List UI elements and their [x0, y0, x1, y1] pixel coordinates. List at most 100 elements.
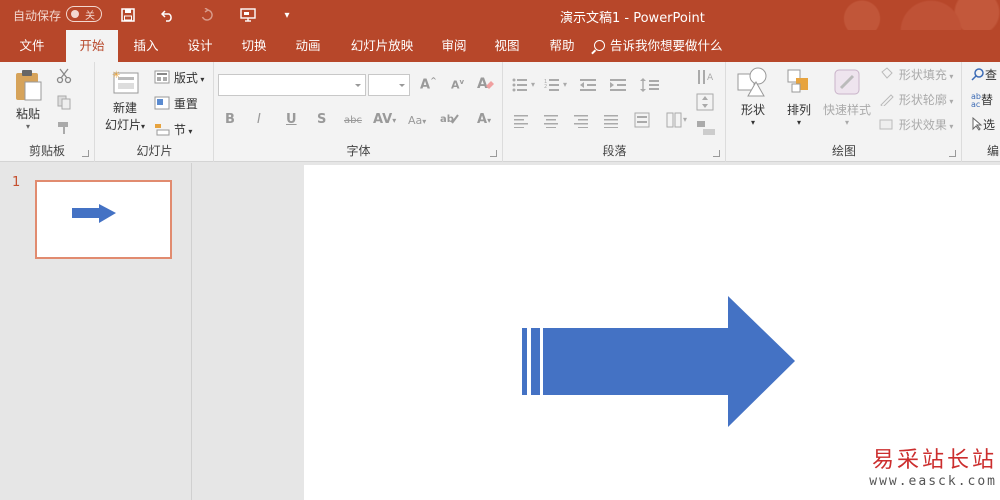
tab-view[interactable]: 视图	[489, 30, 525, 62]
effects-icon	[879, 117, 895, 134]
arrange-label: 排列	[786, 103, 811, 117]
select-label: 选	[983, 118, 996, 132]
shape-outline-label: 形状轮廓	[898, 93, 947, 107]
new-slide-label-2: 幻灯片	[104, 118, 141, 132]
reset-icon	[154, 96, 170, 113]
distributed-icon[interactable]	[634, 112, 650, 131]
quick-styles-dropdown-icon[interactable]: ▾	[821, 118, 873, 127]
line-spacing-icon[interactable]	[640, 78, 666, 95]
justify-icon[interactable]	[604, 114, 620, 131]
smartart-icon[interactable]	[696, 120, 718, 139]
shadow-button[interactable]: S	[317, 112, 326, 127]
tab-help[interactable]: 帮助	[544, 30, 580, 62]
tab-insert[interactable]: 插入	[128, 30, 164, 62]
svg-text:▾: ▾	[563, 80, 567, 89]
arrow-stripe-2	[531, 328, 540, 395]
align-left-icon[interactable]	[514, 114, 530, 131]
shapes-button[interactable]: 形状 ▾	[731, 66, 775, 127]
tab-review[interactable]: 审阅	[436, 30, 472, 62]
arrange-dropdown-icon[interactable]: ▾	[779, 118, 819, 127]
shapes-dropdown-icon[interactable]: ▾	[731, 118, 775, 127]
drawing-launcher-icon[interactable]	[949, 150, 956, 157]
customize-qat-icon[interactable]: ▾	[277, 5, 297, 25]
paste-icon	[16, 70, 42, 101]
clipboard-group: 粘贴 ▾ 剪贴板	[0, 62, 95, 162]
align-text-icon[interactable]	[696, 93, 716, 114]
arrange-button[interactable]: 排列 ▾	[779, 66, 819, 127]
columns-icon[interactable]: ▾	[666, 112, 690, 131]
shape-outline-button[interactable]: 形状轮廓 ▾	[879, 91, 953, 109]
save-icon[interactable]	[118, 5, 138, 25]
tell-me-search[interactable]: 告诉我你想要做什么	[594, 30, 723, 62]
font-group-label: 字体	[346, 144, 371, 158]
select-button[interactable]: 选	[971, 116, 995, 134]
replace-button[interactable]: ab ac替	[971, 91, 993, 109]
shrink-font-button[interactable]: Av	[451, 78, 464, 92]
text-direction-icon[interactable]: A	[696, 68, 716, 89]
paste-button[interactable]: 粘贴 ▾	[8, 68, 48, 131]
reset-button[interactable]: 重置	[154, 95, 198, 113]
paragraph-group-label: 段落	[602, 144, 627, 158]
paste-label: 粘贴	[15, 107, 40, 121]
redo-icon[interactable]	[197, 5, 217, 25]
font-launcher-icon[interactable]	[490, 150, 497, 157]
bold-button[interactable]: B	[225, 112, 235, 127]
decrease-indent-icon[interactable]	[580, 78, 598, 95]
font-size-combo[interactable]	[368, 74, 410, 96]
clear-formatting-icon[interactable]: A	[477, 74, 495, 96]
arrow-body	[543, 296, 795, 427]
quick-styles-label: 快速样式	[822, 103, 871, 117]
find-button[interactable]: 查	[971, 66, 997, 84]
change-case-button[interactable]: Aa▾	[408, 114, 426, 127]
align-right-icon[interactable]	[574, 114, 590, 131]
shape-effects-button[interactable]: 形状效果 ▾	[879, 116, 953, 134]
new-slide-dropdown-icon[interactable]: ▾	[141, 122, 145, 131]
quick-styles-button[interactable]: 快速样式 ▾	[821, 66, 873, 127]
format-painter-icon[interactable]	[56, 120, 72, 139]
tab-transitions[interactable]: 切换	[236, 30, 272, 62]
clipboard-group-label: 剪贴板	[28, 144, 65, 158]
replace-label: 替	[980, 93, 993, 107]
svg-text:2: 2	[544, 84, 547, 90]
tab-file[interactable]: 文件	[12, 30, 52, 62]
paste-dropdown-icon[interactable]: ▾	[8, 122, 48, 131]
watermark-title: 易采站长站	[871, 448, 997, 473]
paragraph-launcher-icon[interactable]	[713, 150, 720, 157]
tab-animations[interactable]: 动画	[290, 30, 326, 62]
slide-thumbnail[interactable]	[35, 180, 172, 259]
italic-button[interactable]: I	[257, 112, 261, 127]
grow-font-button[interactable]: A^	[420, 76, 437, 92]
tab-slideshow[interactable]: 幻灯片放映	[344, 30, 420, 62]
align-center-icon[interactable]	[544, 114, 560, 131]
quick-styles-icon	[834, 69, 860, 95]
shrink-font-label: A	[451, 78, 460, 92]
font-color-button[interactable]: A▾	[477, 112, 491, 127]
tab-home[interactable]: 开始	[66, 30, 118, 62]
undo-icon[interactable]	[158, 5, 178, 25]
reset-label: 重置	[173, 97, 198, 111]
autosave-toggle[interactable]: 关	[66, 6, 102, 22]
presentation-icon[interactable]	[238, 5, 258, 25]
pointer-icon	[971, 116, 983, 134]
highlight-icon[interactable]: ab	[440, 111, 460, 131]
new-slide-button[interactable]: ✳ 新建 幻灯片▾	[100, 68, 150, 133]
cut-icon[interactable]	[56, 68, 72, 87]
new-slide-icon: ✳	[112, 70, 139, 94]
char-spacing-button[interactable]: AV▾	[373, 112, 396, 127]
document-title: 演示文稿1 - PowerPoint	[560, 11, 705, 26]
underline-button[interactable]: U	[286, 112, 297, 127]
font-name-combo[interactable]	[218, 74, 366, 96]
layout-button[interactable]: 版式 ▾	[154, 69, 204, 87]
arrow-stripe-1	[522, 328, 527, 395]
section-button[interactable]: 节 ▾	[154, 121, 192, 139]
svg-text:▾: ▾	[531, 80, 535, 89]
numbering-icon[interactable]: 1 2 ▾	[544, 78, 572, 95]
editing-group-label: 编	[987, 144, 1000, 158]
tab-design[interactable]: 设计	[182, 30, 218, 62]
copy-icon[interactable]	[56, 94, 72, 113]
increase-indent-icon[interactable]	[610, 78, 628, 95]
bullets-icon[interactable]: ▾	[512, 78, 540, 95]
clipboard-launcher-icon[interactable]	[82, 150, 89, 157]
strikethrough-button[interactable]: abc	[344, 115, 362, 126]
shape-fill-button[interactable]: 形状填充 ▾	[879, 66, 953, 84]
